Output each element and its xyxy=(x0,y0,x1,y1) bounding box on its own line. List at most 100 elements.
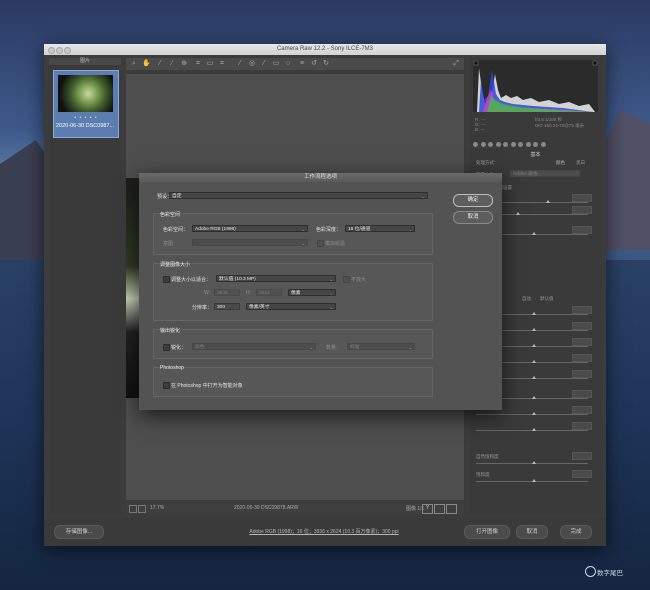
panel-tabs xyxy=(473,142,598,149)
done-button[interactable]: 完成 xyxy=(560,525,592,539)
straighten-icon[interactable]: ▭ xyxy=(206,60,214,68)
process-bw-option[interactable]: 黑白 xyxy=(576,160,585,166)
colorspace-label: 色彩空间： xyxy=(163,227,189,233)
view-settings-icon[interactable] xyxy=(446,504,457,514)
photoshop-section: Photoshop 在 Photoshop 中打开为智能对象 xyxy=(153,365,433,397)
red-eye-icon[interactable]: ◎ xyxy=(248,60,256,68)
thumbnail-item[interactable]: • • • • • 2020-06-30 DSC0987... xyxy=(53,70,119,138)
cancel-button[interactable]: 取消 xyxy=(516,525,548,539)
fit-view-icon[interactable] xyxy=(129,505,137,513)
target-adjust-icon[interactable]: ⊕ xyxy=(180,60,188,68)
workflow-options-dialog: 工作流程选项 预设： 自定 ⌄ 确定 取消 色彩空间 色彩空间： Adobe RG… xyxy=(139,173,502,410)
bit-depth-select[interactable]: 16 位/通道 ⌄ xyxy=(345,225,415,232)
radial-filter-icon[interactable]: ○ xyxy=(284,60,292,68)
tab-snapshots-icon[interactable] xyxy=(540,142,546,147)
white-balance-icon[interactable]: ⁄ xyxy=(156,60,164,68)
process-color-option[interactable]: 颜色 xyxy=(556,160,565,166)
rotate-ccw-icon[interactable]: ↺ xyxy=(310,60,318,68)
tab-hsl-icon[interactable] xyxy=(495,142,501,147)
preset-select[interactable]: 自定 ⌄ xyxy=(169,192,428,199)
intent-label: 意图： xyxy=(163,241,179,247)
status-filename: 2020-06-30 DSC09878.ARW xyxy=(234,505,299,511)
photo-preview xyxy=(126,178,140,398)
dialog-cancel-button[interactable]: 取消 xyxy=(453,211,493,224)
profile-select[interactable]: Adobe 颜色 xyxy=(510,170,580,177)
zoom-in-icon[interactable] xyxy=(138,505,146,513)
thumbnail-image xyxy=(58,75,113,112)
photoshop-caption: Photoshop xyxy=(160,365,184,371)
bottom-bar: 存储图像... Adobe RGB (1998)；16 位；3936 x 262… xyxy=(44,518,606,546)
save-image-button[interactable]: 存储图像... xyxy=(54,525,104,539)
crop-icon[interactable]: ⌗ xyxy=(194,60,202,68)
resolution-unit-select[interactable]: 像素/英寸 ⌄ xyxy=(246,303,336,310)
graduated-filter-icon[interactable]: ▭ xyxy=(272,60,280,68)
slider-saturation[interactable]: 饱和度 xyxy=(476,470,596,482)
slider-dehaze[interactable] xyxy=(476,422,596,433)
histogram xyxy=(473,60,598,112)
preferences-icon[interactable]: ≡ xyxy=(298,60,306,68)
spot-removal-icon[interactable]: ⁄ xyxy=(236,60,244,68)
default-button[interactable]: 默认值 xyxy=(540,296,554,302)
exif-line-2: ISO 160 24-70@75 毫米 xyxy=(535,123,585,128)
resize-fit-select[interactable]: 默认值 (10.3 MP) ⌄ xyxy=(216,275,336,282)
before-after-y-icon[interactable]: Y xyxy=(422,504,433,514)
preview-status-bar: 17.7% 2020-06-30 DSC09878.ARW 图像 1/1 Y xyxy=(126,504,464,514)
panel-title: 基本 xyxy=(530,152,541,158)
sharpen-amount-select[interactable]: 标准 ⌄ xyxy=(347,343,415,350)
profile-value: Adobe 颜色 xyxy=(513,172,538,177)
auto-button[interactable]: 自动 xyxy=(522,296,531,302)
open-image-button[interactable]: 打开图像 xyxy=(464,525,510,539)
rotate-cw-icon[interactable]: ↻ xyxy=(322,60,330,68)
sharpening-section: 输出锐化 锐化： 滤色 ⌄ 数量： 标准 ⌄ xyxy=(153,328,433,359)
adjustment-brush-icon[interactable]: ⁄ xyxy=(260,60,268,68)
intent-select[interactable]: ⌄ xyxy=(192,239,308,246)
process-label: 处理方式： xyxy=(476,160,499,165)
fullscreen-icon[interactable]: ⤢ xyxy=(452,60,460,68)
size-unit-select[interactable]: 像素 ⌄ xyxy=(288,289,336,296)
desktop-mountain-right xyxy=(600,110,650,250)
workflow-options-link[interactable]: Adobe RGB (1998)；16 位；3936 x 2624 (10.3 … xyxy=(224,528,424,535)
colorspace-select[interactable]: Adobe RGB (1998) ⌄ xyxy=(192,225,308,232)
tab-basic-icon[interactable] xyxy=(473,142,478,147)
sharpen-for-select[interactable]: 滤色 ⌄ xyxy=(192,343,316,350)
no-enlarge-checkbox[interactable] xyxy=(343,276,350,283)
tab-calibration-icon[interactable] xyxy=(525,142,531,147)
tab-presets-icon[interactable] xyxy=(533,142,538,147)
colorspace-caption: 色彩空间 xyxy=(160,212,181,218)
window-title: Camera Raw 12.2 - Sony ILCE-7M3 xyxy=(276,46,374,52)
resize-fit-label: 调整大小以适合： xyxy=(171,277,212,283)
hand-icon[interactable]: ✋ xyxy=(142,60,151,68)
simulate-paper-checkbox[interactable] xyxy=(317,240,324,247)
tab-tone-curve-icon[interactable] xyxy=(480,142,486,147)
before-after-toggle-icon[interactable] xyxy=(434,504,445,514)
color-sampler-icon[interactable]: ⁄ xyxy=(168,60,176,68)
chevron-down-icon: ⌄ xyxy=(329,277,333,282)
rating-stars[interactable]: • • • • • xyxy=(54,115,118,121)
resize-caption: 调整图像大小 xyxy=(160,262,191,268)
vibrance-label: 自然饱和度 xyxy=(476,454,499,459)
tab-detail-icon[interactable] xyxy=(488,142,493,147)
tool-bar: ⌕ ✋ ⁄ ⁄ ⊕ ⌗ ▭ ⌗ ⁄ ◎ ⁄ ▭ ○ ≡ ↺ ↻ ⤢ xyxy=(126,58,464,70)
smart-object-checkbox[interactable] xyxy=(163,382,170,389)
resolution-input[interactable]: 300 xyxy=(214,303,240,310)
colorspace-section: 色彩空间 色彩空间： Adobe RGB (1998) ⌄ 色彩深度： 16 位/… xyxy=(153,212,433,255)
transform-icon[interactable]: ⌗ xyxy=(218,60,226,68)
slider-vibrance[interactable]: 自然饱和度 xyxy=(476,452,596,464)
ok-button[interactable]: 确定 xyxy=(453,194,493,207)
height-label: H: xyxy=(246,290,251,296)
chevron-down-icon: ⌄ xyxy=(408,227,412,232)
height-input[interactable]: 2624 xyxy=(256,289,282,296)
chevron-down-icon: ⌄ xyxy=(408,345,412,350)
tab-lens-icon[interactable] xyxy=(510,142,516,147)
tab-split-toning-icon[interactable] xyxy=(503,142,508,147)
no-enlarge-label: 不放大 xyxy=(351,277,367,283)
zoom-icon[interactable]: ⌕ xyxy=(130,60,138,68)
sharpen-amount-label: 数量： xyxy=(326,345,342,351)
thumbnail-filename: 2020-06-30 DSC0987... xyxy=(56,123,115,129)
tab-effects-icon[interactable] xyxy=(518,142,523,147)
resize-checkbox[interactable] xyxy=(163,276,170,283)
size-unit-value: 像素 xyxy=(291,291,301,296)
zoom-level[interactable]: 17.7% xyxy=(150,505,164,511)
sharpen-checkbox[interactable] xyxy=(163,344,170,351)
width-input[interactable]: 3936 xyxy=(214,289,240,296)
